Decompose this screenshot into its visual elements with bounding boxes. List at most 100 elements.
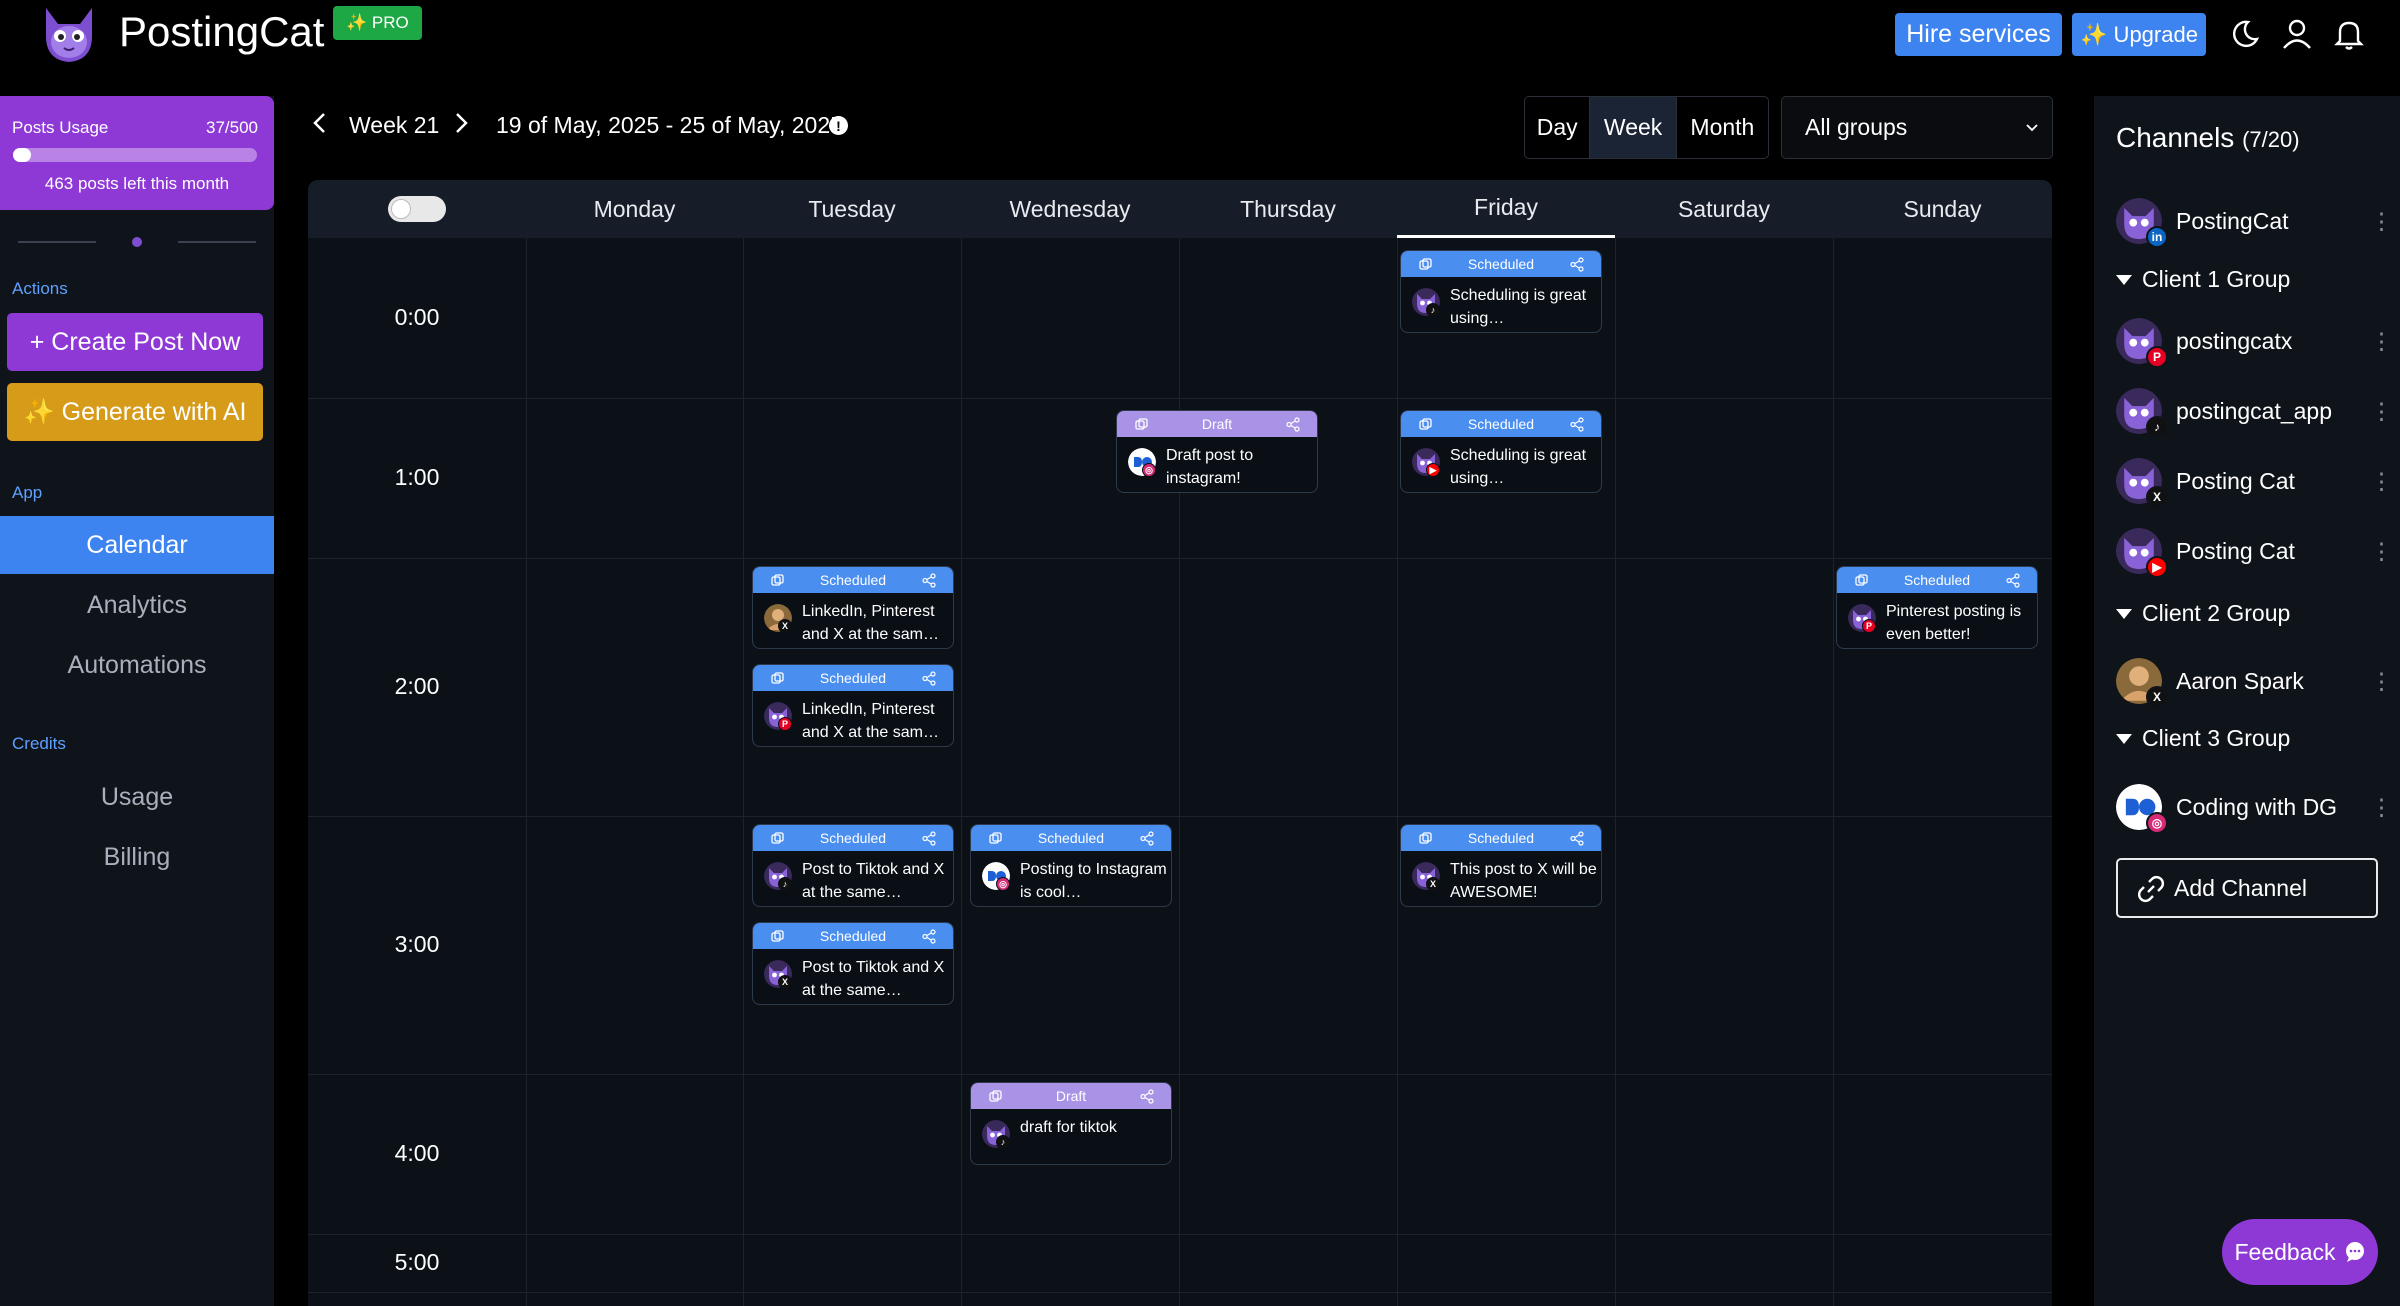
post-card[interactable]: Draft ◎ Draft post to instagram! (1116, 410, 1318, 493)
carousel-indicator[interactable] (18, 236, 256, 248)
time-label: 2:00 (394, 673, 440, 699)
post-card[interactable]: Scheduled X This post to X will be AWESOME… (1400, 824, 1602, 907)
bell-icon[interactable] (2332, 17, 2366, 51)
share-icon[interactable] (1140, 1089, 1155, 1104)
week-calendar: Monday Tuesday Wednesday Thursday Friday Satu… (308, 180, 2052, 1306)
channel-item[interactable]: ♪ postingcat_app ⋮ (2116, 386, 2393, 438)
share-icon[interactable] (922, 573, 937, 588)
nav-calendar[interactable]: Calendar (0, 516, 274, 574)
actions-section-label: Actions (12, 279, 68, 298)
tiktok-icon: ♪ (2146, 416, 2168, 438)
day-header-monday[interactable]: Monday (526, 180, 743, 238)
post-card[interactable]: Scheduled P LinkedIn, Pinterest and X at t… (752, 664, 954, 747)
channel-item[interactable]: ▶ Posting Cat ⋮ (2116, 526, 2393, 578)
caret-down-icon (2116, 274, 2132, 285)
share-icon[interactable] (1286, 417, 1301, 432)
post-preview-text: Pinterest posting is even better! (1886, 603, 2022, 643)
channels-panel: Channels (7/20) Add Channel in PostingCat… (2094, 96, 2400, 1306)
create-post-button[interactable]: + Create Post Now (7, 313, 263, 371)
kebab-menu-icon[interactable]: ⋮ (2370, 398, 2393, 425)
post-preview-text: This post to X will be AWESOME! (1450, 861, 1597, 901)
channel-group[interactable]: Client 1 Group (2116, 266, 2290, 293)
day-header-tuesday[interactable]: Tuesday (743, 180, 961, 238)
duplicate-icon[interactable] (989, 1090, 1002, 1103)
kebab-menu-icon[interactable]: ⋮ (2370, 208, 2393, 235)
feedback-button[interactable]: Feedback (2222, 1219, 2378, 1285)
channel-item[interactable]: ◎ Coding with DG ⋮ (2116, 782, 2393, 834)
post-card[interactable]: Scheduled P Pinterest posting is even bett… (1836, 566, 2038, 649)
day-header-friday[interactable]: Friday (1397, 180, 1615, 238)
duplicate-icon[interactable] (989, 832, 1002, 845)
nav-usage[interactable]: Usage (0, 768, 274, 826)
post-card[interactable]: Scheduled X LinkedIn, Pinterest and X at t… (752, 566, 954, 649)
time-label: 1:00 (394, 464, 440, 490)
duplicate-icon[interactable] (1419, 832, 1432, 845)
upgrade-button[interactable]: ✨ Upgrade (2072, 13, 2206, 56)
timezone-toggle[interactable] (388, 196, 446, 222)
posting-cat-logo[interactable] (36, 2, 102, 68)
hire-services-button[interactable]: Hire services (1895, 13, 2062, 56)
chevron-down-icon (2026, 124, 2038, 132)
top-bar: PostingCat ✨ PRO Hire services ✨ Upgrade (0, 0, 2400, 68)
channel-item[interactable]: Ppostingcatx ⋮ (2116, 316, 2393, 368)
share-icon[interactable] (1570, 417, 1585, 432)
pinterest-icon: P (1862, 619, 1876, 633)
moon-icon[interactable] (2228, 17, 2262, 51)
channel-group[interactable]: Client 2 Group (2116, 600, 2290, 627)
hour-divider (308, 558, 2052, 559)
left-sidebar: Posts Usage 37/500 463 posts left this m… (0, 96, 274, 1306)
post-card[interactable]: Scheduled X Post to Tiktok and X at the sa… (752, 922, 954, 1005)
view-week-button[interactable]: Week (1590, 97, 1676, 158)
view-day-button[interactable]: Day (1525, 97, 1591, 158)
post-card[interactable]: Scheduled ◎ Posting to Instagram is cool… (970, 824, 1172, 907)
day-header-saturday[interactable]: Saturday (1615, 180, 1833, 238)
view-month-button[interactable]: Month (1675, 97, 1768, 158)
day-header-thursday[interactable]: Thursday (1179, 180, 1397, 238)
share-icon[interactable] (922, 929, 937, 944)
kebab-menu-icon[interactable]: ⋮ (2370, 468, 2393, 495)
post-card[interactable]: Scheduled ♪ Scheduling is great using… (1400, 250, 1602, 333)
user-icon[interactable] (2280, 17, 2314, 51)
share-icon[interactable] (922, 671, 937, 686)
duplicate-icon[interactable] (1855, 574, 1868, 587)
kebab-menu-icon[interactable]: ⋮ (2370, 328, 2393, 355)
post-card[interactable]: Scheduled ▶ Scheduling is great using… (1400, 410, 1602, 493)
group-select[interactable]: All groups (1781, 96, 2053, 159)
add-channel-button[interactable]: Add Channel (2116, 858, 2378, 918)
hour-divider (308, 1074, 2052, 1075)
day-header-sunday[interactable]: Sunday (1833, 180, 2052, 238)
duplicate-icon[interactable] (771, 930, 784, 943)
toggle-knob (391, 199, 411, 219)
duplicate-icon[interactable] (1135, 418, 1148, 431)
brand-name[interactable]: PostingCat (119, 8, 324, 56)
post-card[interactable]: Scheduled ♪ Post to Tiktok and X at the sa… (752, 824, 954, 907)
duplicate-icon[interactable] (771, 574, 784, 587)
nav-automations[interactable]: Automations (0, 636, 274, 694)
channel-item[interactable]: in PostingCat ⋮ (2116, 196, 2393, 248)
share-icon[interactable] (922, 831, 937, 846)
share-icon[interactable] (2006, 573, 2021, 588)
channel-item[interactable]: X Posting Cat ⋮ (2116, 456, 2393, 508)
nav-analytics[interactable]: Analytics (0, 576, 274, 634)
duplicate-icon[interactable] (771, 672, 784, 685)
info-icon[interactable]: ! (829, 116, 848, 135)
post-card-header: Scheduled (753, 567, 953, 593)
nav-billing[interactable]: Billing (0, 828, 274, 886)
usage-count: 37/500 (206, 118, 258, 137)
channel-group[interactable]: Client 3 Group (2116, 725, 2290, 752)
channel-item[interactable]: X Aaron Spark ⋮ (2116, 656, 2393, 708)
share-icon[interactable] (1570, 831, 1585, 846)
day-header-wednesday[interactable]: Wednesday (961, 180, 1179, 238)
share-icon[interactable] (1140, 831, 1155, 846)
next-week-icon[interactable] (450, 110, 472, 136)
generate-ai-button[interactable]: ✨ Generate with AI (7, 383, 263, 441)
kebab-menu-icon[interactable]: ⋮ (2370, 794, 2393, 821)
post-card[interactable]: Draft ♪ draft for tiktok (970, 1082, 1172, 1165)
kebab-menu-icon[interactable]: ⋮ (2370, 668, 2393, 695)
duplicate-icon[interactable] (771, 832, 784, 845)
previous-week-icon[interactable] (309, 110, 331, 136)
duplicate-icon[interactable] (1419, 258, 1432, 271)
duplicate-icon[interactable] (1419, 418, 1432, 431)
share-icon[interactable] (1570, 257, 1585, 272)
kebab-menu-icon[interactable]: ⋮ (2370, 538, 2393, 565)
